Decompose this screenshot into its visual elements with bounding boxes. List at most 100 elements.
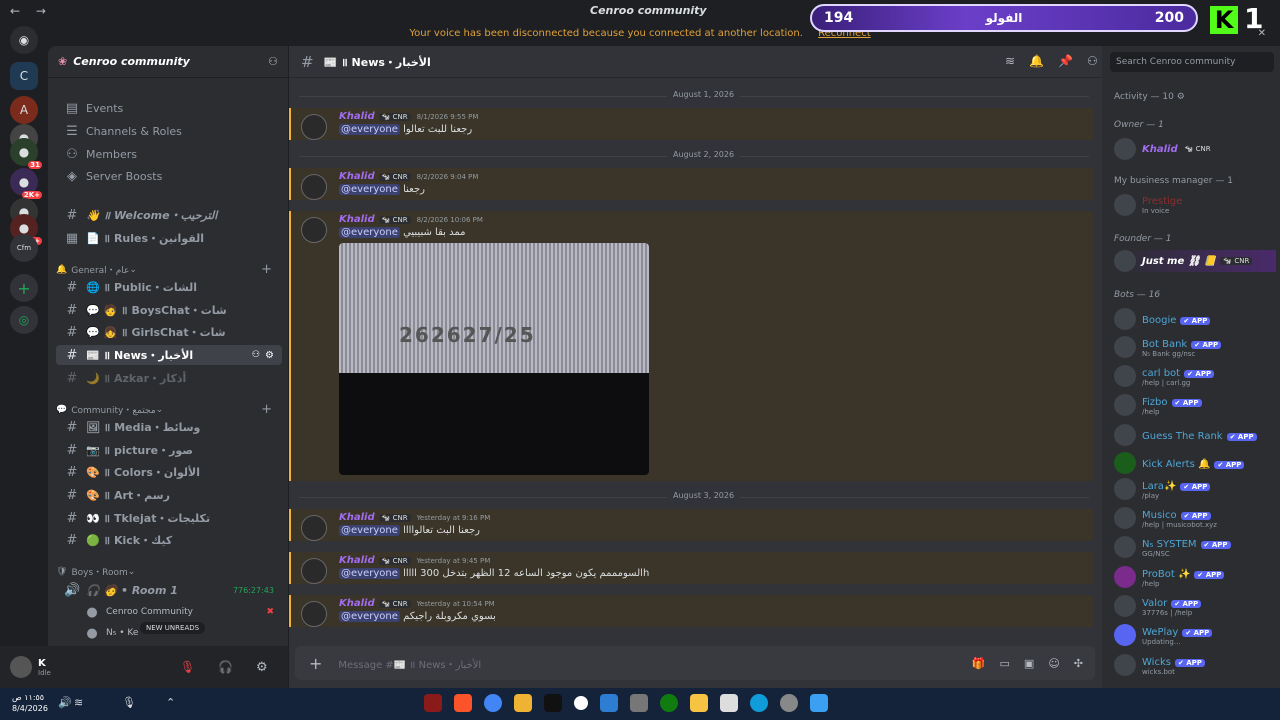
member-founder[interactable]: Just me ⛓ 📒 🐄 CNR — [1114, 250, 1276, 272]
sidebar-item-events[interactable]: ▤ Events — [56, 98, 282, 118]
user-info[interactable]: K Idle — [38, 658, 51, 677]
avatar[interactable] — [301, 114, 327, 140]
member-bot[interactable]: Valor ✔ APP 37776s | /help — [1114, 595, 1276, 617]
channel-kick[interactable]: # 🟢 ॥ Kick・كيك — [56, 530, 282, 550]
member-manager[interactable]: Prestige In voice — [1114, 194, 1276, 216]
channel-art[interactable]: # 🎨 ॥ Art・رسم — [56, 485, 282, 505]
server-4[interactable]: ● 31 — [10, 138, 42, 169]
channel-tklejat[interactable]: # 👀 ॥ Tklejat・تكليجات — [56, 508, 282, 528]
category-boys-room[interactable]: 🛡 Boys・Room ⌄ — [56, 565, 282, 579]
mention[interactable]: @everyone — [339, 611, 400, 622]
voice-channel-room1[interactable]: 🔊 🎧 🧑 • Room 1 776:27:43 — [56, 580, 282, 600]
mention[interactable]: @everyone — [339, 227, 400, 238]
member-bot[interactable]: carl bot ✔ APP/help | carl.gg — [1114, 365, 1276, 387]
start-icon[interactable] — [810, 694, 828, 712]
member-bot[interactable]: N₅ SYSTEM ✔ APP GG/NSC — [1114, 536, 1276, 558]
server-attack[interactable]: A — [10, 96, 38, 124]
server-header[interactable]: ❀ Cenroo community ⚇ — [48, 46, 288, 78]
avatar[interactable] — [301, 515, 327, 541]
gift-icon[interactable]: 🎁 — [972, 657, 986, 670]
apps-icon[interactable]: ✣ — [1074, 657, 1083, 670]
avatar[interactable] — [301, 601, 327, 627]
message[interactable]: Khalid 🐄 CNR Yesterday at 10:54 PM @everyo… — [289, 595, 1093, 627]
add-channel-icon[interactable]: + — [261, 262, 272, 277]
server-cfm[interactable]: Cfm — [10, 234, 38, 262]
bell-icon[interactable]: 🔔 — [1029, 54, 1044, 68]
channel-rules[interactable]: ▦ 📄 ॥ Rules・القوانين — [56, 228, 282, 248]
add-channel-icon[interactable]: + — [261, 402, 272, 417]
search-input[interactable]: Search Cenroo community — [1110, 52, 1274, 72]
member-bot[interactable]: Boogie ✔ APP — [1114, 308, 1276, 330]
netflix-icon[interactable] — [544, 694, 562, 712]
back-forward-icons[interactable]: ← → — [10, 4, 52, 18]
member-bot[interactable]: Bot Bank ✔ APP N₅ Bank gg/nsc — [1114, 336, 1276, 358]
app-icon[interactable] — [600, 694, 618, 712]
category-general[interactable]: 🔔 General・عام ⌄ + — [56, 262, 282, 277]
channel-media[interactable]: # 🖼 ॥ Media・وسائط — [56, 417, 282, 437]
mention[interactable]: @everyone — [339, 124, 400, 135]
attach-plus-icon[interactable]: + — [309, 654, 322, 673]
chevron-up-icon[interactable]: ⌃ — [166, 696, 175, 709]
channel-public[interactable]: # 🌐 ॥ Public・الشات — [56, 277, 282, 297]
channel-picture[interactable]: # 📷 ॥ picture・صور — [56, 440, 282, 460]
app-icon[interactable] — [424, 694, 442, 712]
discord-home-icon[interactable]: ◉ — [10, 26, 38, 54]
avatar[interactable] — [301, 217, 327, 243]
taskbar-clock[interactable]: ١١:٥٥ ص 8/4/2026 — [12, 692, 48, 714]
member-bot[interactable]: Musico ✔ APP/help | musicobot.xyz — [1114, 507, 1276, 529]
search-icon[interactable] — [574, 696, 588, 710]
sidebar-item-members[interactable]: ⚇ Members — [56, 144, 282, 164]
category-community[interactable]: 💬 Community・مجتمع ⌄ + — [56, 402, 282, 417]
member-bot[interactable]: Fizbo ✔ APP/help — [1114, 394, 1276, 416]
app-icon[interactable] — [630, 694, 648, 712]
member-list-icon[interactable]: ⚇ — [1087, 54, 1098, 68]
server-5[interactable]: ● 2K+ — [10, 168, 42, 199]
mic-muted-icon[interactable]: 🎙 — [180, 660, 195, 674]
pin-icon[interactable]: 📌 — [1058, 54, 1073, 68]
store-icon[interactable] — [720, 694, 738, 712]
wifi-icon[interactable]: ≋ — [74, 696, 83, 709]
avatar[interactable] — [301, 558, 327, 584]
avatar[interactable] — [10, 656, 32, 678]
message-composer[interactable]: + Message #📰 ॥ News・الأخبار 🎁 ▭ ▣ ☺ ✣ — [295, 646, 1095, 680]
user-settings-gear-icon[interactable]: ⚙ — [256, 660, 268, 675]
message-author[interactable]: Khalid — [339, 111, 375, 122]
message-author[interactable]: Khalid — [339, 512, 375, 523]
avatar[interactable] — [301, 174, 327, 200]
attached-image[interactable]: 262627/25 — [339, 243, 649, 475]
message[interactable]: Khalid 🐄 CNR 8/2/2026 10:06 PM @everyone م… — [289, 211, 1093, 481]
message[interactable]: Khalid 🐄 CNR 8/2/2026 9:04 PM @everyone رج… — [289, 168, 1093, 200]
sidebar-item-channels-roles[interactable]: ☰ Channels & Roles — [56, 121, 282, 141]
volume-icon[interactable]: 🔊 — [58, 696, 72, 709]
settings-gear-icon[interactable] — [780, 694, 798, 712]
gear-icon[interactable]: ⚙ — [265, 350, 274, 361]
chrome-icon[interactable] — [484, 694, 502, 712]
channel-welcome[interactable]: # 👋 ॥ Welcome・الترحيب — [56, 205, 282, 225]
activity-header[interactable]: Activity — 10 ⚙ — [1114, 92, 1185, 102]
message[interactable]: Khalid 🐄 CNR Yesterday at 9:16 PM @everyon… — [289, 509, 1093, 541]
gif-icon[interactable]: ▭ — [1000, 657, 1010, 670]
voice-user[interactable]: ● Cenroo Community ✖ — [76, 602, 282, 622]
channel-news[interactable]: # 📰 ॥ News・الأخبار ⚇ ⚙ — [56, 345, 282, 365]
threads-icon[interactable]: ≋ — [1005, 54, 1015, 68]
xbox-icon[interactable] — [660, 694, 678, 712]
explore-icon[interactable]: ◎ — [10, 306, 38, 334]
mention[interactable]: @everyone — [339, 184, 400, 195]
member-bot[interactable]: WePlay ✔ APP Updating... — [1114, 624, 1276, 646]
message-author[interactable]: Khalid — [339, 598, 375, 609]
channel-girlschat[interactable]: # 💬 👧 ॥ GirlsChat・شات — [56, 322, 282, 342]
app-icon[interactable] — [514, 694, 532, 712]
server-cenroo[interactable]: C — [10, 62, 38, 90]
message-author[interactable]: Khalid — [339, 214, 375, 225]
sidebar-item-boosts[interactable]: ◈ Server Boosts — [56, 166, 282, 186]
message[interactable]: Khalid 🐄 CNR 8/1/2026 9:55 PM @everyone رج… — [289, 108, 1093, 140]
message-author[interactable]: Khalid — [339, 555, 375, 566]
add-server-icon[interactable]: + — [10, 274, 38, 302]
edge-icon[interactable] — [750, 694, 768, 712]
channel-boyschat[interactable]: # 💬 🧑 ॥ BoysChat・شات — [56, 300, 282, 320]
message-author[interactable]: Khalid — [339, 171, 375, 182]
mention[interactable]: @everyone — [339, 568, 400, 579]
mention[interactable]: @everyone — [339, 525, 400, 536]
brave-icon[interactable] — [454, 694, 472, 712]
message[interactable]: Khalid 🐄 CNR Yesterday at 9:45 PM @everyon… — [289, 552, 1093, 584]
